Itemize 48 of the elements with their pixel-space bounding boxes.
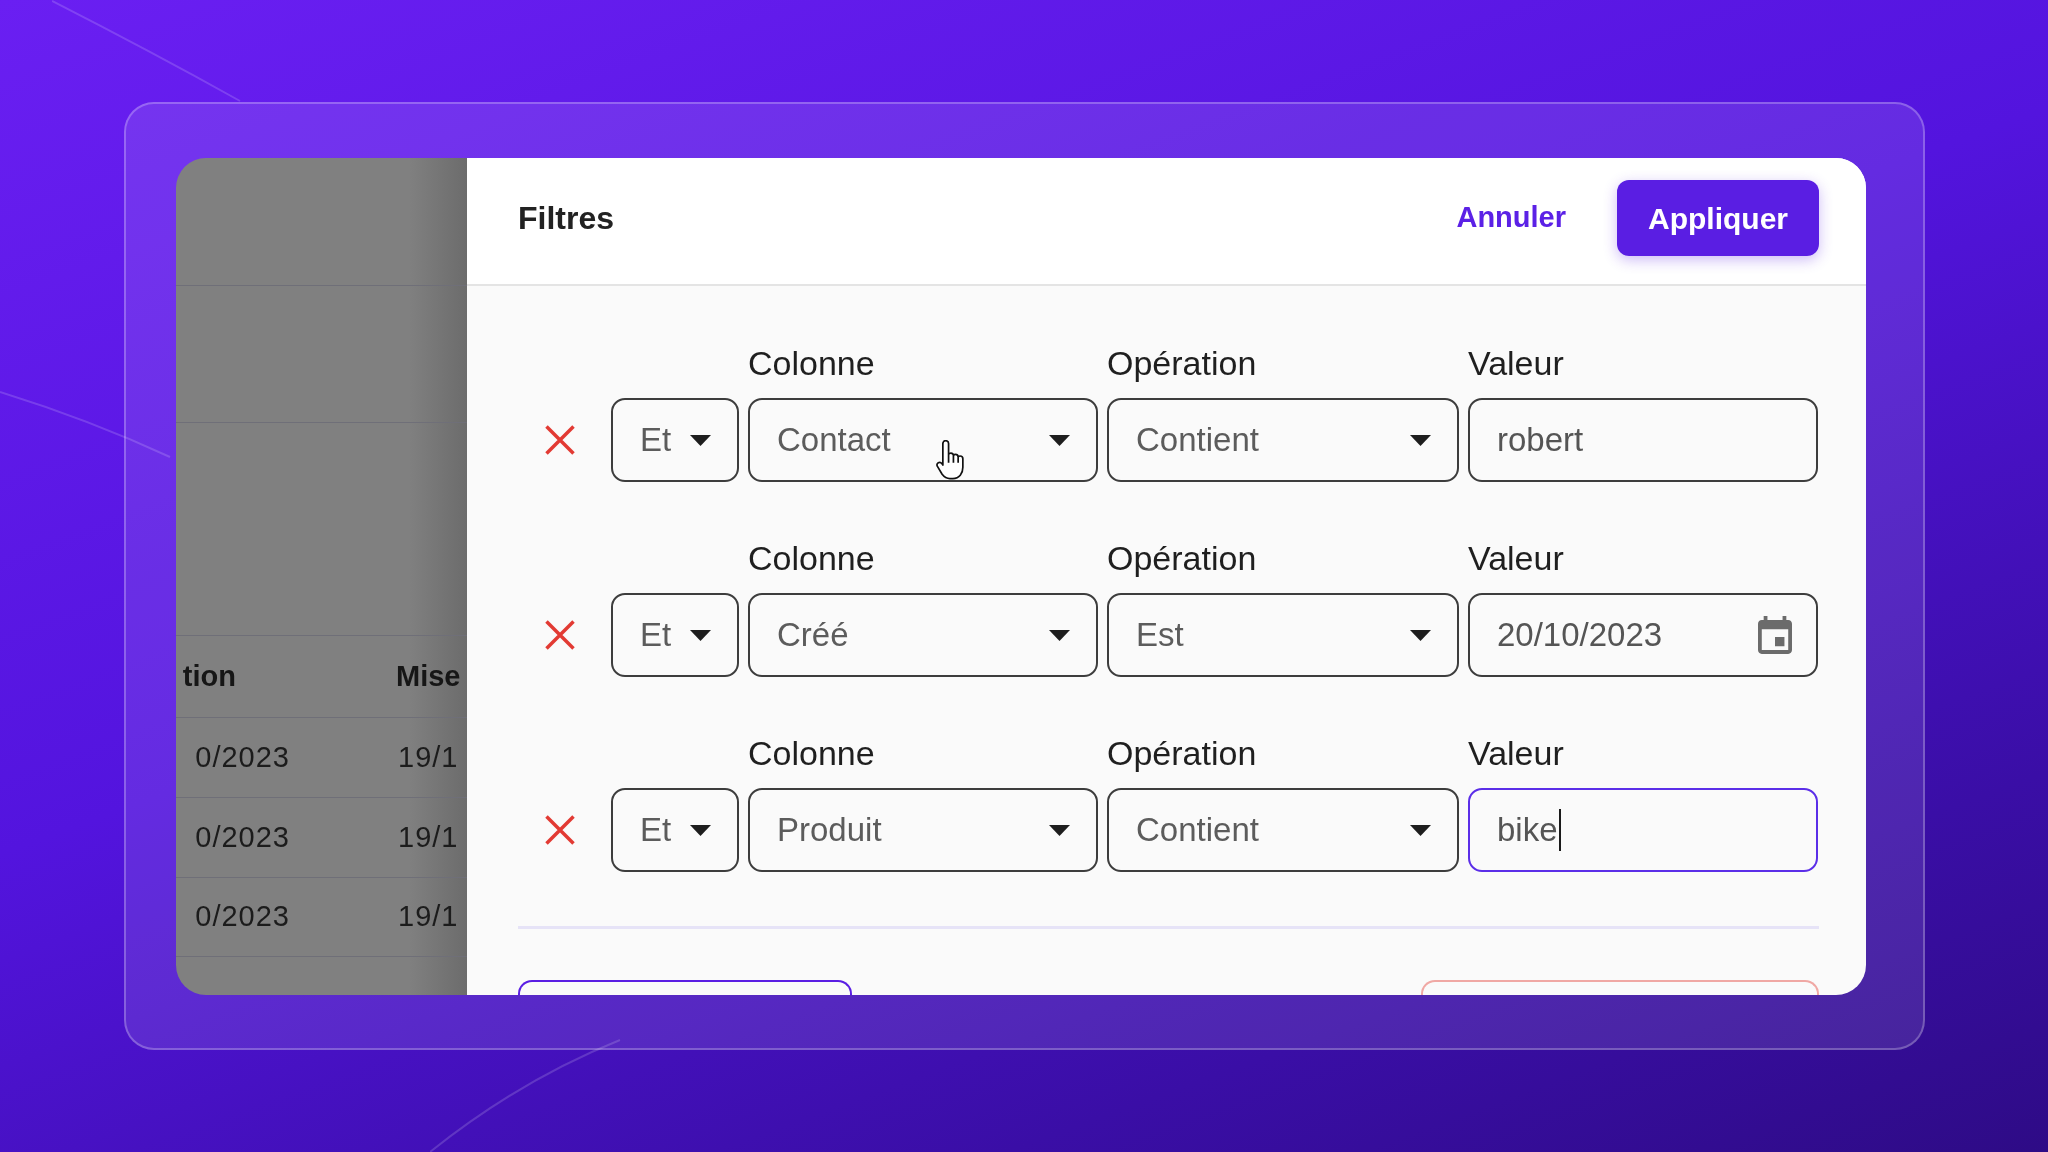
field-label: Valeur [1468, 734, 1564, 772]
field-label: Colonne [748, 344, 875, 382]
value-field[interactable]: 20/10/2023 [1468, 593, 1818, 677]
field-label: Colonne [748, 734, 875, 772]
calendar-icon[interactable] [1758, 616, 1792, 654]
column-header: tion [181, 658, 236, 694]
cancel-button[interactable]: Annuler [1456, 196, 1566, 240]
table-cell-text: 0/2023 [194, 819, 290, 855]
hand-cursor-icon [935, 440, 965, 480]
field-label: Valeur [1468, 344, 1564, 382]
partial-button[interactable] [518, 980, 852, 995]
value-field[interactable]: robert [1468, 398, 1818, 482]
caret-icon [1410, 434, 1431, 446]
table-cell-text: 0/2023 [194, 739, 290, 775]
field-label: Valeur [1468, 539, 1564, 577]
caret-icon [1410, 824, 1431, 836]
text-caret-icon [1558, 809, 1561, 851]
dropdown[interactable]: Et [611, 593, 739, 677]
field-label: Opération [1107, 539, 1257, 577]
table-cell-text: 0/2023 [194, 899, 290, 935]
caret-icon [690, 629, 711, 641]
table-cell-text: 19/1 [398, 819, 459, 855]
table-cell-text: 19/1 [398, 899, 459, 935]
table-cell-text: 19/1 [398, 739, 459, 775]
close-icon[interactable] [545, 425, 575, 455]
dropdown[interactable]: Produit [748, 788, 1098, 872]
close-icon[interactable] [545, 620, 575, 650]
caret-icon [1049, 824, 1070, 836]
dropdown[interactable]: Est [1107, 593, 1459, 677]
caret-icon [690, 824, 711, 836]
panel-title: Filtres [518, 199, 615, 238]
field-label: Opération [1107, 344, 1257, 382]
dropdown[interactable]: Contient [1107, 788, 1459, 872]
column-header: Mise [396, 658, 461, 694]
value-field[interactable]: bike [1468, 788, 1818, 872]
dropdown[interactable]: Contient [1107, 398, 1459, 482]
caret-icon [1049, 434, 1070, 446]
dropdown[interactable]: Et [611, 788, 739, 872]
apply-button[interactable]: Appliquer [1617, 180, 1819, 256]
field-label: Opération [1107, 734, 1257, 772]
dropdown[interactable]: Et [611, 398, 739, 482]
caret-icon [1410, 629, 1431, 641]
dropdown[interactable]: Créé [748, 593, 1098, 677]
field-label: Colonne [748, 539, 875, 577]
caret-icon [1049, 629, 1070, 641]
dropdown[interactable]: Contact [748, 398, 1098, 482]
caret-icon [690, 434, 711, 446]
close-icon[interactable] [545, 815, 575, 845]
